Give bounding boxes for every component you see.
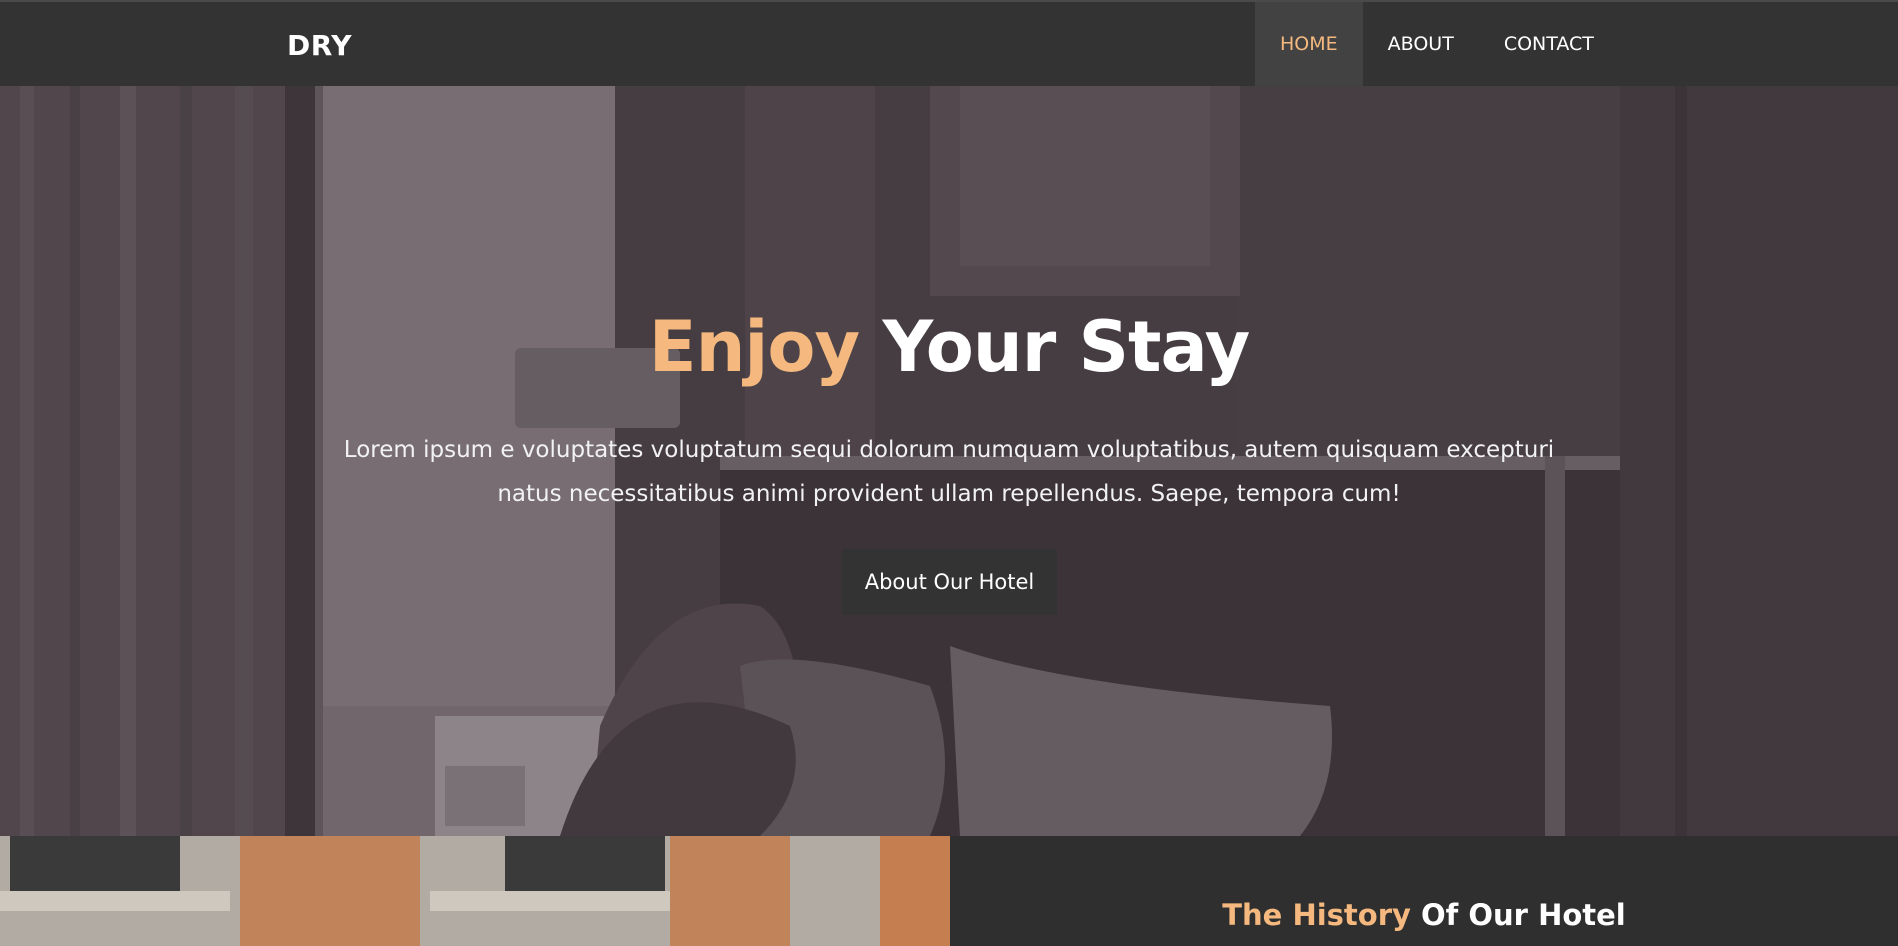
brand-logo[interactable]: DRY (287, 29, 352, 62)
history-title-accent: The History (1222, 898, 1411, 932)
about-hotel-button[interactable]: About Our Hotel (842, 549, 1057, 615)
nav-item-about[interactable]: ABOUT (1363, 2, 1479, 86)
nav-item-contact[interactable]: CONTACT (1479, 2, 1619, 86)
history-panel: The History Of Our Hotel (950, 836, 1898, 946)
history-building-image (0, 836, 950, 946)
history-title-rest: Of Our Hotel (1421, 898, 1626, 932)
history-title: The History Of Our Hotel (950, 898, 1898, 932)
hero-title-accent: Enjoy (648, 306, 860, 388)
hero-section: Enjoy Your Stay Lorem ipsum e voluptates… (0, 86, 1898, 836)
brick-building-illustration (0, 836, 950, 946)
navbar: DRY HOME ABOUT CONTACT (0, 0, 1898, 86)
main-nav: HOME ABOUT CONTACT (1255, 2, 1619, 86)
nav-item-home[interactable]: HOME (1255, 2, 1363, 86)
hero-description: Lorem ipsum e voluptates voluptatum sequ… (343, 437, 1555, 507)
hero-title: Enjoy Your Stay (0, 306, 1898, 388)
hero-title-rest: Your Stay (882, 306, 1251, 388)
